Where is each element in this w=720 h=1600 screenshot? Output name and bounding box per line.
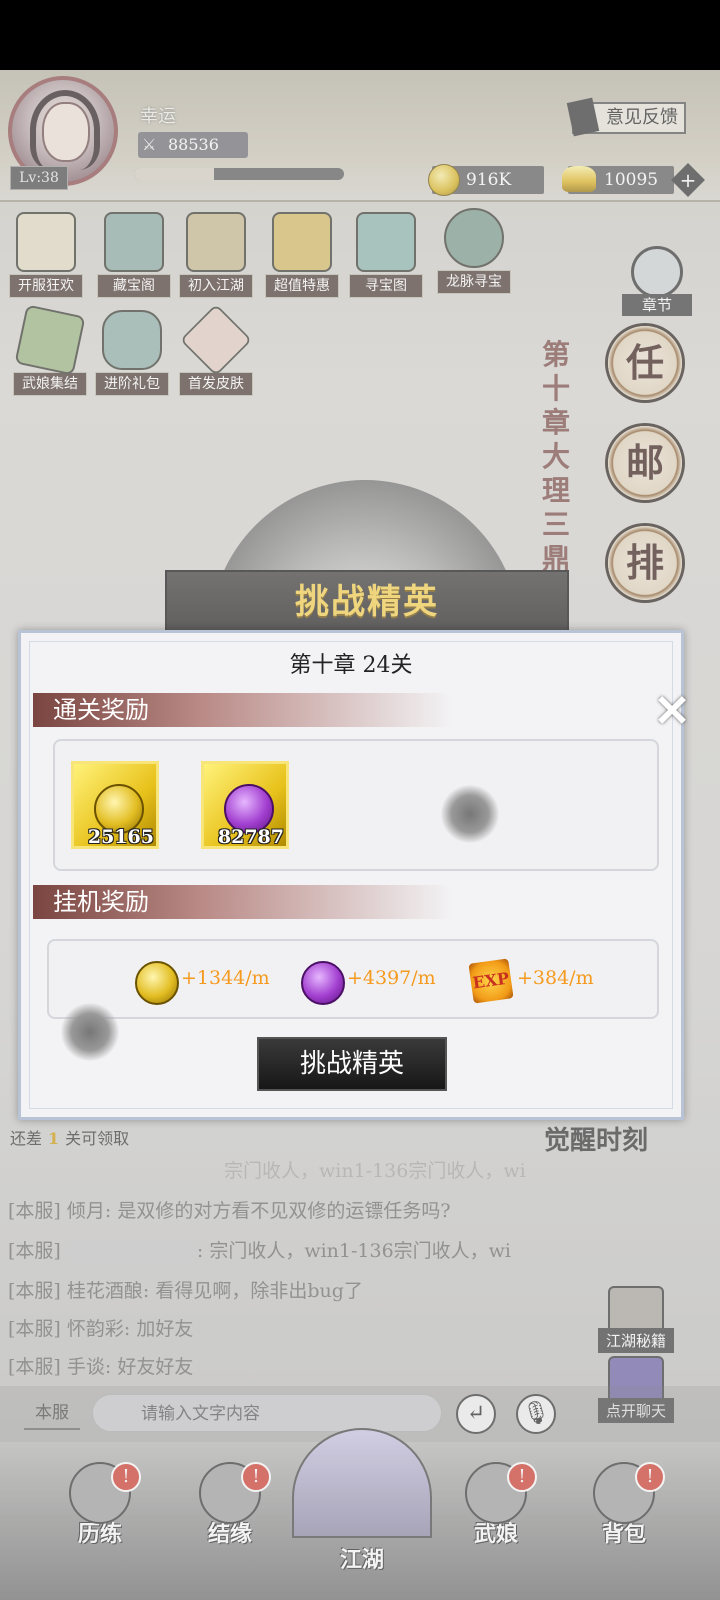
idle-reward-header: 挂机奖励: [33, 885, 453, 919]
reward-gem[interactable]: 82787: [201, 761, 289, 849]
game-screen: Lv:38 幸运 ⚔ 88536 意见反馈 916K 10095 + 开服狂欢 …: [0, 70, 720, 1600]
challenge-elite-button[interactable]: 挑战精英: [257, 1037, 447, 1091]
gold-coin-icon: [135, 961, 179, 1005]
reward-coin[interactable]: 25165: [71, 761, 159, 849]
exp-star-icon: EXP: [468, 958, 514, 1004]
purple-gem-icon: [301, 961, 345, 1005]
ink-splash-decoration: [441, 785, 499, 843]
idle-reward-value: +1344/m: [181, 967, 270, 989]
idle-reward-title: 挂机奖励: [53, 888, 149, 916]
idle-reward-panel: +1344/m +4397/m EXP +384/m: [47, 939, 659, 1019]
dialog-title: 第十章 24关: [289, 653, 413, 678]
clear-reward-header: 通关奖励: [33, 693, 453, 727]
reward-value: 25165: [87, 826, 154, 848]
clear-reward-title: 通关奖励: [53, 696, 149, 724]
clear-reward-panel: 25165 82787: [53, 739, 659, 871]
reward-value: 82787: [217, 826, 284, 848]
idle-reward-value: +4397/m: [347, 967, 436, 989]
close-icon[interactable]: ✕: [650, 690, 694, 734]
ink-splash-decoration: [61, 1003, 119, 1061]
elite-stage-dialog: 第十章 24关 通关奖励 25165 82787 挂机奖励 +1344/m +4…: [18, 630, 684, 1120]
idle-reward-value: +384/m: [517, 967, 594, 989]
